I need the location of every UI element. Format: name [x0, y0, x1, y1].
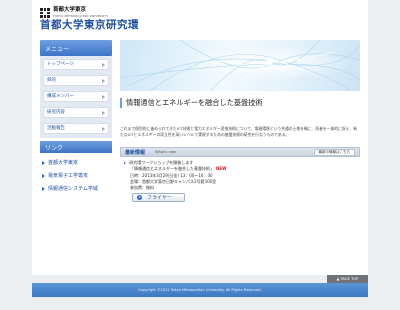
news-item: 参加費：無料: [124, 185, 356, 191]
news-item-text: 日時：2013年3月29日(金) 13：00〜16：30: [130, 172, 213, 178]
news-more-button[interactable]: 最新の情報はこちら: [313, 148, 355, 156]
news-item-text: 研究環ワークショップを開催します: [129, 160, 194, 165]
main-heading: 情報通信とエネルギーを融合した基盤技術: [120, 98, 360, 108]
link-tmu[interactable]: 首都大学東京: [42, 158, 112, 167]
flyer-label: フライヤー: [147, 195, 172, 201]
news-title: 最新情報: [125, 149, 146, 156]
arrow-bullet-icon: [42, 186, 45, 191]
link-label: 首都大学東京: [48, 160, 79, 166]
sidebar-item-purpose[interactable]: 目的: [43, 75, 109, 86]
links-list: 首都大学東京 電気電子工学専攻 情報通信システム学域: [40, 153, 112, 200]
sidebar-item-label: 構成メンバー: [47, 94, 74, 99]
menu-list: トップページ 目的 構成メンバー 研究内容 活動報告: [40, 56, 112, 138]
sidebar-item-label: 目的: [47, 78, 56, 83]
link-label: 電気電子工学専攻: [48, 173, 89, 179]
chevron-right-icon: [102, 95, 105, 99]
arrow-bullet-icon: [42, 160, 45, 165]
sidebar-item-members[interactable]: 構成メンバー: [43, 91, 109, 102]
play-arrow-icon: [137, 195, 142, 200]
site-title[interactable]: 首都大学東京研究環: [40, 17, 139, 32]
light-streaks-graphic: [120, 40, 360, 91]
arrow-bullet-icon: [42, 173, 45, 178]
links-heading: リンク: [40, 141, 112, 153]
menu-heading: メニュー: [40, 40, 112, 56]
sidebar-item-research[interactable]: 研究内容: [43, 107, 109, 118]
sidebar-item-label: 研究内容: [47, 110, 65, 115]
sidebar-item-label: トップページ: [47, 62, 74, 67]
news-item-text: 会場：首都大学東京日野キャンパス2号館300室: [130, 178, 217, 184]
news-subtitle: What's new: [155, 150, 176, 154]
link-electrical-engineering[interactable]: 電気電子工学専攻: [42, 171, 112, 180]
page-top-button[interactable]: ▲ PAGE TOP: [327, 275, 368, 283]
intro-paragraph: これまで個別的に進められてきたICT技術と電力エネルギー変換技術について、電磁環…: [120, 126, 358, 137]
news-header-bar: 最新情報 What's new 最新の情報はこちら: [120, 147, 360, 157]
link-label: 情報通信システム学域: [48, 186, 98, 192]
footer-copyright: Copyright ©2012 Tokyo Metropolitan Unive…: [32, 283, 368, 297]
sidebar: メニュー トップページ 目的 構成メンバー 研究内容 活動報告 リンク 首都大学…: [40, 40, 112, 200]
flyer-button[interactable]: フライヤー: [132, 193, 185, 202]
new-badge: NEW: [216, 166, 227, 172]
hero-banner-image: [120, 40, 360, 91]
sidebar-item-label: 活動報告: [47, 126, 65, 131]
chevron-right-icon: [102, 63, 105, 67]
sidebar-item-top[interactable]: トップページ: [43, 59, 109, 70]
news-item-text: 「情報通信とエネルギーを融合した基盤技術」: [130, 166, 214, 172]
chevron-right-icon: [102, 111, 105, 115]
chevron-right-icon: [102, 79, 105, 83]
news-item-text: 参加費：無料: [130, 185, 154, 191]
link-info-comm-systems[interactable]: 情報通信システム学域: [42, 184, 112, 193]
news-list: 研究環ワークショップを開催します 「情報通信とエネルギーを融合した基盤技術」NE…: [124, 160, 356, 191]
sidebar-item-activity[interactable]: 活動報告: [43, 123, 109, 134]
chevron-right-icon: [102, 127, 105, 131]
